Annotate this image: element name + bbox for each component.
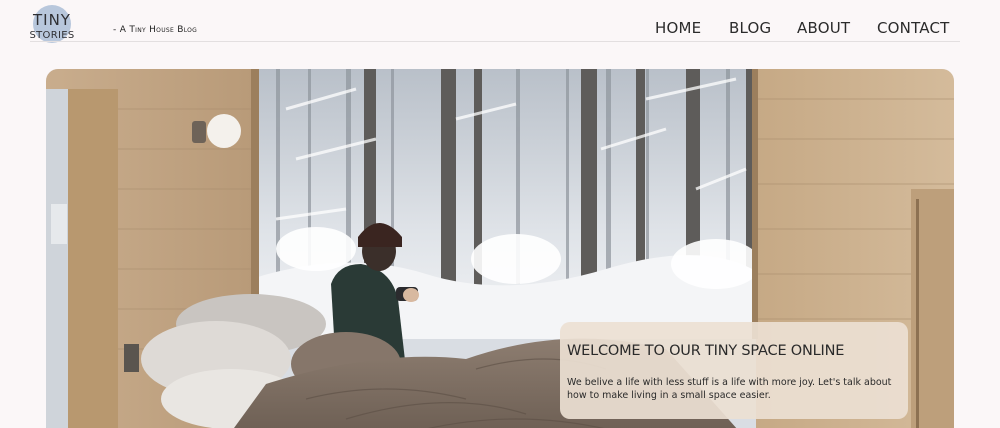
logo-text-stories: STORIES (29, 30, 75, 41)
site-header: TINY STORIES - A Tiny House Blog HOME BL… (0, 0, 1000, 45)
site-tagline: - A Tiny House Blog (113, 25, 198, 35)
welcome-title: WELCOME TO OUR TINY SPACE ONLINE (567, 343, 845, 359)
welcome-card: WELCOME TO OUR TINY SPACE ONLINE We beli… (560, 322, 908, 419)
nav-about-link[interactable]: ABOUT (797, 19, 850, 37)
welcome-text: We belive a life with less stuff is a li… (567, 377, 892, 401)
logo-text-tiny: TINY (33, 11, 71, 29)
nav-home-link[interactable]: HOME (655, 19, 701, 37)
header-divider (30, 41, 960, 42)
nav-blog-link[interactable]: BLOG (729, 19, 771, 37)
site-logo[interactable]: TINY STORIES (28, 5, 74, 45)
nav-contact-link[interactable]: CONTACT (877, 19, 950, 37)
hero-section: WELCOME TO OUR TINY SPACE ONLINE We beli… (46, 69, 954, 428)
